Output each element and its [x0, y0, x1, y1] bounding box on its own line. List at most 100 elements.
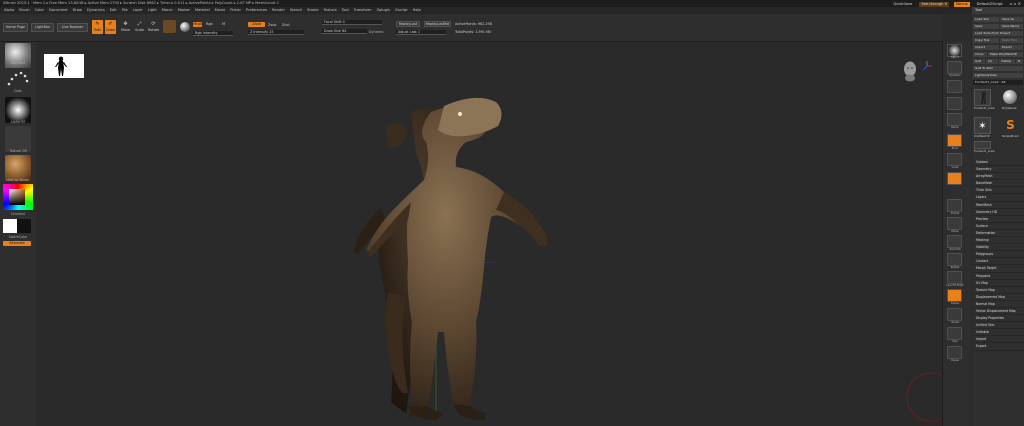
tool-thumb-formbot[interactable] [974, 89, 991, 106]
rotate-mode-button[interactable]: ⟳ Rotate [148, 20, 159, 34]
section-normal-map[interactable]: Normal Map [972, 301, 1024, 308]
section-subtool[interactable]: Subtool [972, 159, 1024, 167]
section-texture-map[interactable]: Texture Map [972, 287, 1024, 294]
frame-button[interactable] [947, 199, 962, 212]
alternate-button[interactable]: Alternate [3, 241, 31, 246]
menu-document[interactable]: Document [49, 7, 68, 14]
default-zscript-button[interactable]: DefaultZScript [975, 2, 1005, 7]
color-square[interactable] [9, 189, 25, 205]
focal-shift-slider[interactable]: Focal Shift 0 [322, 20, 382, 25]
export-button[interactable]: Export [1000, 45, 1023, 50]
section-import[interactable]: Import [972, 336, 1024, 344]
menu-file[interactable]: File [122, 7, 128, 14]
z-intensity-slider[interactable]: Z Intensity 25 [248, 30, 304, 35]
xyz-button[interactable] [947, 172, 962, 185]
section-visibility[interactable]: Visibility [972, 244, 1024, 252]
save-name-button[interactable]: Save Name [1000, 24, 1023, 29]
current-tool-slider[interactable]: Formbot7_Low2 . 48 [973, 80, 1023, 85]
scroll-button[interactable] [947, 61, 962, 74]
local-button[interactable] [947, 153, 962, 166]
zcut-button[interactable]: Zcut [282, 23, 290, 27]
section-unified-skin[interactable]: Unified Skin [972, 322, 1024, 330]
section-geometry-hd[interactable]: Geometry HD [972, 209, 1024, 216]
menu-tool[interactable]: Tool [342, 7, 349, 14]
actual-button[interactable] [947, 80, 962, 93]
save-as-button[interactable]: Save As [1000, 17, 1023, 22]
menu-macro[interactable]: Macro [162, 7, 173, 14]
edit-mode-button[interactable]: ✎ Edit [92, 20, 103, 34]
adjust-last-slider[interactable]: Adjust Last 1 [396, 30, 446, 35]
menu-preferences[interactable]: Preferences [246, 7, 267, 14]
menu-movie[interactable]: Movie [215, 7, 226, 14]
zsub-button[interactable]: Zsub [268, 23, 276, 27]
tool-thumb-simplebrush[interactable]: S [1002, 117, 1019, 134]
draw-mode-button[interactable]: ✐ Draw [105, 20, 116, 34]
menu-picker[interactable]: Picker [230, 7, 241, 14]
zadd-button[interactable]: Zadd [248, 22, 265, 27]
menu-material[interactable]: Material [195, 7, 210, 14]
import-button[interactable]: Import [973, 45, 999, 50]
menu-transform[interactable]: Transform [354, 7, 372, 14]
rgb-intensity-slider[interactable]: Rgb Intensity [193, 31, 233, 36]
move-mode-button[interactable]: ✥ Move [120, 20, 131, 34]
menu-zscript[interactable]: Zscript [395, 7, 407, 14]
section-layers[interactable]: Layers [972, 194, 1024, 202]
see-through-slider[interactable]: See-through 0 [919, 1, 949, 7]
rgb-button[interactable]: Rgb [206, 22, 213, 26]
lightbox-tools-button[interactable]: Lightbox▸Tools [973, 73, 1023, 78]
make-polymesh-button[interactable]: Make PolyMesh3D [988, 52, 1023, 57]
persp-button[interactable] [947, 113, 962, 126]
tool-palette-header[interactable]: Tool [972, 7, 1024, 14]
goz-button[interactable]: GoZ [973, 59, 985, 64]
section-morph-target[interactable]: Morph Target [972, 265, 1024, 273]
home-page-button[interactable]: Home Page [3, 23, 28, 32]
menu-draw[interactable]: Draw [73, 7, 82, 14]
section-fibermesh[interactable]: FiberMesh [972, 202, 1024, 209]
ghost-button[interactable] [947, 308, 962, 321]
document-canvas[interactable] [36, 42, 942, 426]
goz-all-button[interactable]: All [986, 59, 998, 64]
menu-brush[interactable]: Brush [19, 7, 29, 14]
main-color-swatch[interactable] [3, 219, 17, 233]
lightbox-button[interactable]: LightBox [31, 23, 54, 32]
quicksave-button[interactable]: QuickSave [891, 2, 914, 7]
section-polypaint[interactable]: Polypaint [972, 273, 1024, 280]
clone-button[interactable]: Clone [973, 52, 987, 57]
floor-button[interactable] [947, 134, 962, 147]
section-deformation[interactable]: Deformation [972, 230, 1024, 238]
window-controls[interactable]: ▫ ▫ ✕ [1010, 0, 1021, 7]
goz-to-ipad-button[interactable]: GoZ To iPad [973, 66, 1023, 71]
mrgb-button[interactable]: Mrgb [193, 22, 202, 27]
creature-model[interactable] [36, 42, 942, 426]
menus-button[interactable]: Menus [953, 1, 970, 7]
replay-last-button[interactable]: ReplayLast [396, 21, 420, 27]
zoom3d-button[interactable] [947, 235, 962, 248]
color-picker-icon[interactable] [3, 184, 33, 210]
dynamic-button[interactable]: Dynamic [369, 30, 384, 34]
spix-label[interactable]: SPix 3 [943, 56, 967, 59]
menu-edit[interactable]: Edit [110, 7, 117, 14]
sphere-icon[interactable] [180, 22, 190, 32]
replay-last-rel-button[interactable]: ReplayLastRel [424, 21, 451, 27]
menu-render[interactable]: Render [272, 7, 285, 14]
menu-texture[interactable]: Texture [324, 7, 337, 14]
draw-size-slider[interactable]: Draw Size 64 [322, 29, 367, 34]
menu-stroke[interactable]: Stroke [307, 7, 318, 14]
secondary-color-swatch[interactable] [17, 219, 31, 233]
brush-icon[interactable] [5, 43, 31, 69]
material-swatch-icon[interactable] [163, 20, 176, 33]
section-thick-skin[interactable]: Thick Skin [972, 187, 1024, 195]
save-button[interactable]: Save [973, 24, 999, 29]
live-boolean-button[interactable]: Live Boolean [57, 23, 88, 32]
section-preview[interactable]: Preview [972, 216, 1024, 223]
goz-visible-button[interactable]: Visible [999, 59, 1015, 64]
transp-button[interactable] [947, 289, 962, 302]
menu-stencil[interactable]: Stencil [290, 7, 302, 14]
tool-thumb-formbot-2[interactable] [974, 141, 991, 149]
menu-layer[interactable]: Layer [133, 7, 143, 14]
section-nanomesh[interactable]: NanoMesh [972, 180, 1024, 188]
polyframe-button[interactable] [947, 271, 962, 284]
section-initialize[interactable]: Initialize [972, 329, 1024, 337]
menu-color[interactable]: Color [35, 7, 44, 14]
tool-thumb-polysphere[interactable] [1002, 89, 1019, 106]
